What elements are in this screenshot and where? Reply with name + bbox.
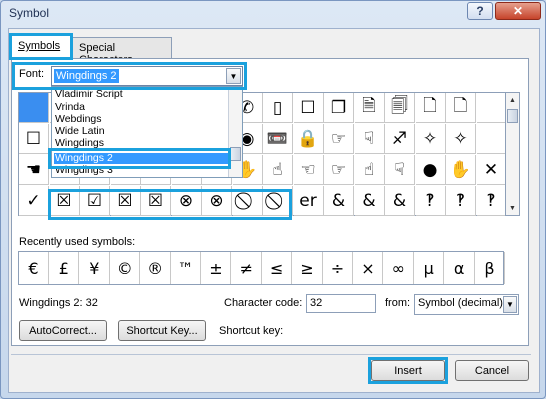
cancel-button[interactable]: Cancel: [455, 360, 529, 381]
chevron-down-icon[interactable]: ▼: [226, 68, 241, 84]
recent-symbol-cell[interactable]: €: [19, 252, 49, 284]
symbol-cell[interactable]: ‽: [415, 186, 446, 216]
divider: [11, 354, 531, 355]
symbol-cell[interactable]: ☒: [110, 186, 141, 216]
scroll-down-icon[interactable]: ▼: [506, 201, 519, 215]
recent-symbol-cell[interactable]: ©: [110, 252, 141, 284]
dropdown-scrollbar[interactable]: [228, 87, 242, 177]
symbol-cell[interactable]: ☑: [80, 186, 110, 216]
symbol-cell[interactable]: 🗋: [415, 93, 446, 123]
recent-symbol-cell[interactable]: ™: [171, 252, 201, 284]
symbol-cell[interactable]: ✋: [446, 155, 476, 185]
recent-symbol-cell[interactable]: ≥: [293, 252, 323, 284]
symbol-cell[interactable]: ⊗: [202, 186, 232, 216]
recent-symbols-label: Recently used symbols:: [19, 236, 136, 248]
recent-symbol-cell[interactable]: ∞: [384, 252, 414, 284]
character-code-label: Character code:: [224, 297, 303, 309]
shortcut-key-button[interactable]: Shortcut Key...: [118, 320, 206, 341]
recent-symbols: € £ ¥ © ® ™ ± ≠ ≤ ≥ ÷ × ∞ µ α β: [18, 251, 505, 285]
dialog-title: Symbol: [9, 6, 50, 20]
recent-symbol-cell[interactable]: ÷: [323, 252, 353, 284]
dropdown-scroll-thumb[interactable]: [230, 147, 241, 161]
title-bar: Symbol ? ✕: [1, 1, 545, 27]
font-dropdown-list[interactable]: Vladimir Script Vrinda Webdings Wide Lat…: [51, 86, 243, 178]
tab-symbols-label: Symbols: [18, 40, 61, 52]
symbol-cell[interactable]: ‽: [476, 186, 507, 216]
font-option-selected[interactable]: Wingdings 2: [54, 153, 228, 164]
recent-symbol-cell[interactable]: ¥: [80, 252, 110, 284]
symbol-cell[interactable]: ✧: [446, 124, 476, 154]
character-name: Wingdings 2: 32: [19, 297, 98, 309]
recent-symbol-cell[interactable]: ®: [141, 252, 171, 284]
symbol-cell[interactable]: ❐: [324, 93, 354, 123]
tab-symbols[interactable]: Symbols: [11, 35, 73, 59]
symbol-cell[interactable]: 📼: [263, 124, 293, 154]
symbol-cell[interactable]: ✕: [476, 155, 507, 185]
recent-symbol-cell[interactable]: £: [49, 252, 80, 284]
symbol-cell[interactable]: ☞: [324, 155, 354, 185]
recent-symbol-cell[interactable]: ≠: [232, 252, 262, 284]
symbol-cell[interactable]: ☚: [19, 155, 49, 185]
tab-special-characters[interactable]: Special Characters: [72, 37, 172, 66]
recent-symbol-cell[interactable]: ≤: [262, 252, 293, 284]
recent-symbol-cell[interactable]: ±: [201, 252, 232, 284]
symbol-cell[interactable]: 🗎: [354, 93, 385, 123]
autocorrect-button[interactable]: AutoCorrect...: [19, 320, 107, 341]
font-option[interactable]: Vladimir Script: [54, 89, 228, 100]
font-combo[interactable]: Wingdings 2 ▼: [51, 66, 243, 86]
scroll-thumb[interactable]: [507, 109, 518, 123]
chevron-down-icon[interactable]: ▼: [503, 296, 517, 313]
shortcut-key-label: Shortcut key:: [219, 325, 284, 337]
from-combo-value: Symbol (decimal): [418, 297, 503, 309]
symbol-cell[interactable]: ⊗: [171, 186, 202, 216]
close-button[interactable]: ✕: [495, 2, 541, 20]
symbol-cell[interactable]: ☝: [263, 155, 293, 185]
symbol-cell[interactable]: er: [293, 186, 324, 216]
symbol-cell[interactable]: 🗋: [446, 93, 476, 123]
from-label: from:: [385, 297, 411, 309]
grid-scrollbar[interactable]: ▲ ▼: [505, 92, 520, 216]
recent-symbol-cell[interactable]: ×: [353, 252, 384, 284]
recent-symbol-cell[interactable]: β: [475, 252, 505, 284]
scroll-up-icon[interactable]: ▲: [506, 93, 519, 107]
symbol-cell[interactable]: ✧: [415, 124, 446, 154]
symbol-cell[interactable]: ☒: [141, 186, 171, 216]
symbol-cell[interactable]: 🔒: [293, 124, 324, 154]
symbol-cell[interactable]: ●: [415, 155, 446, 185]
font-label: Font:: [19, 68, 45, 80]
symbol-cell[interactable]: &: [354, 186, 385, 216]
symbol-cell[interactable]: [476, 124, 507, 154]
symbol-cell[interactable]: ✓: [19, 186, 49, 216]
recent-symbol-cell[interactable]: α: [445, 252, 475, 284]
from-combo[interactable]: Symbol (decimal) ▼: [414, 294, 519, 315]
symbol-cell[interactable]: 🗐: [385, 93, 415, 123]
symbol-cell[interactable]: ⃠: [232, 186, 263, 216]
character-code-field[interactable]: 32: [306, 294, 376, 313]
symbol-cell[interactable]: ☜: [293, 155, 324, 185]
symbol-cell[interactable]: &: [324, 186, 354, 216]
symbol-cell[interactable]: ☐: [293, 93, 324, 123]
font-option[interactable]: Wide Latin: [54, 126, 228, 137]
symbol-cell[interactable]: ☐: [19, 124, 49, 154]
symbol-cell[interactable]: [19, 93, 49, 123]
font-option[interactable]: Wingdings 3: [54, 165, 228, 176]
symbol-cell[interactable]: ☒: [49, 186, 80, 216]
font-option[interactable]: Webdings: [54, 114, 228, 125]
symbol-cell[interactable]: ☝: [354, 155, 385, 185]
insert-button[interactable]: Insert: [371, 360, 445, 381]
recent-symbol-cell[interactable]: µ: [414, 252, 445, 284]
font-option[interactable]: Wingdings: [54, 138, 228, 149]
symbol-cell[interactable]: ☟: [385, 155, 415, 185]
symbol-cell[interactable]: ‽: [446, 186, 476, 216]
symbol-cell[interactable]: ♐: [385, 124, 415, 154]
symbol-cell[interactable]: ▯: [263, 93, 293, 123]
font-combo-value: Wingdings 2: [54, 69, 119, 83]
symbol-cell[interactable]: [476, 93, 507, 123]
symbol-cell[interactable]: &: [385, 186, 415, 216]
symbol-cell[interactable]: ⃠: [263, 186, 293, 216]
symbol-cell[interactable]: ☞: [324, 124, 354, 154]
symbol-cell[interactable]: ☟: [354, 124, 385, 154]
font-option[interactable]: Vrinda: [54, 102, 228, 113]
help-button[interactable]: ?: [467, 2, 493, 20]
